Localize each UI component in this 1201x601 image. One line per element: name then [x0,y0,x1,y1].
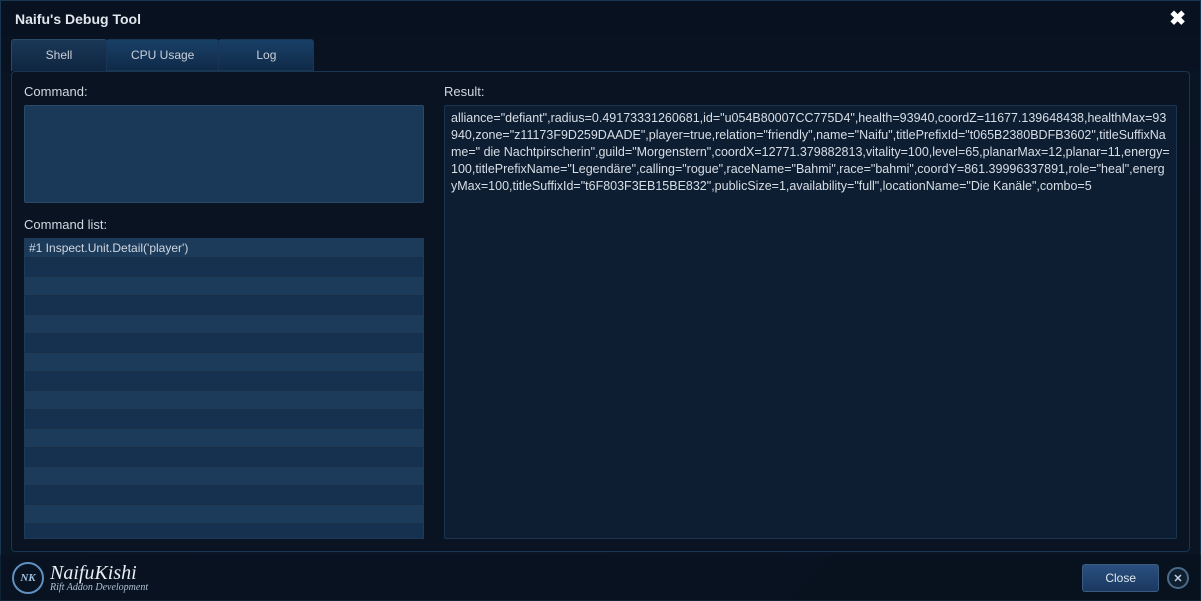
command-list-item[interactable] [25,524,423,539]
footer-right: Close ✕ [1082,564,1189,592]
left-column: Command: Command list: #1 Inspect.Unit.D… [24,84,424,539]
command-list-item[interactable] [25,372,423,391]
command-list-item[interactable] [25,410,423,429]
command-list-item[interactable] [25,429,423,448]
command-list-item[interactable]: #1 Inspect.Unit.Detail('player') [25,239,423,258]
command-list-item[interactable] [25,296,423,315]
command-list[interactable]: #1 Inspect.Unit.Detail('player') [24,238,424,539]
command-list-label: Command list: [24,217,424,232]
command-list-item[interactable] [25,258,423,277]
tab-log[interactable]: Log [218,39,314,71]
command-list-item[interactable] [25,467,423,486]
logo-icon: NK [12,562,44,594]
command-list-item[interactable] [25,448,423,467]
tab-cpu-usage[interactable]: CPU Usage [106,39,219,71]
result-output: alliance="defiant",radius=0.491733312606… [444,105,1177,539]
command-list-item[interactable] [25,315,423,334]
tabs-bar: Shell CPU Usage Log [1,35,1200,71]
debug-tool-window: Naifu's Debug Tool ✖ Shell CPU Usage Log… [0,0,1201,601]
command-list-item[interactable] [25,486,423,505]
content-area: Command: Command list: #1 Inspect.Unit.D… [11,71,1190,552]
result-label: Result: [444,84,1177,99]
footer: NK NaifuKishi Rift Addon Development Clo… [0,555,1201,601]
command-list-item[interactable] [25,277,423,296]
logo-area: NK NaifuKishi Rift Addon Development [12,562,148,594]
command-input[interactable] [24,105,424,203]
logo-text: NaifuKishi Rift Addon Development [50,563,148,593]
close-icon[interactable]: ✖ [1169,9,1186,29]
close-circle-icon[interactable]: ✕ [1167,567,1189,589]
command-label: Command: [24,84,424,99]
titlebar: Naifu's Debug Tool ✖ [1,1,1200,35]
tab-shell[interactable]: Shell [11,39,107,71]
command-list-item[interactable] [25,391,423,410]
right-column: Result: alliance="defiant",radius=0.4917… [444,84,1177,539]
command-list-item[interactable] [25,334,423,353]
command-list-item[interactable] [25,505,423,524]
logo-subtitle: Rift Addon Development [50,583,148,593]
command-list-item[interactable] [25,353,423,372]
close-button[interactable]: Close [1082,564,1159,592]
window-title: Naifu's Debug Tool [15,11,141,27]
logo-name: NaifuKishi [50,563,148,583]
